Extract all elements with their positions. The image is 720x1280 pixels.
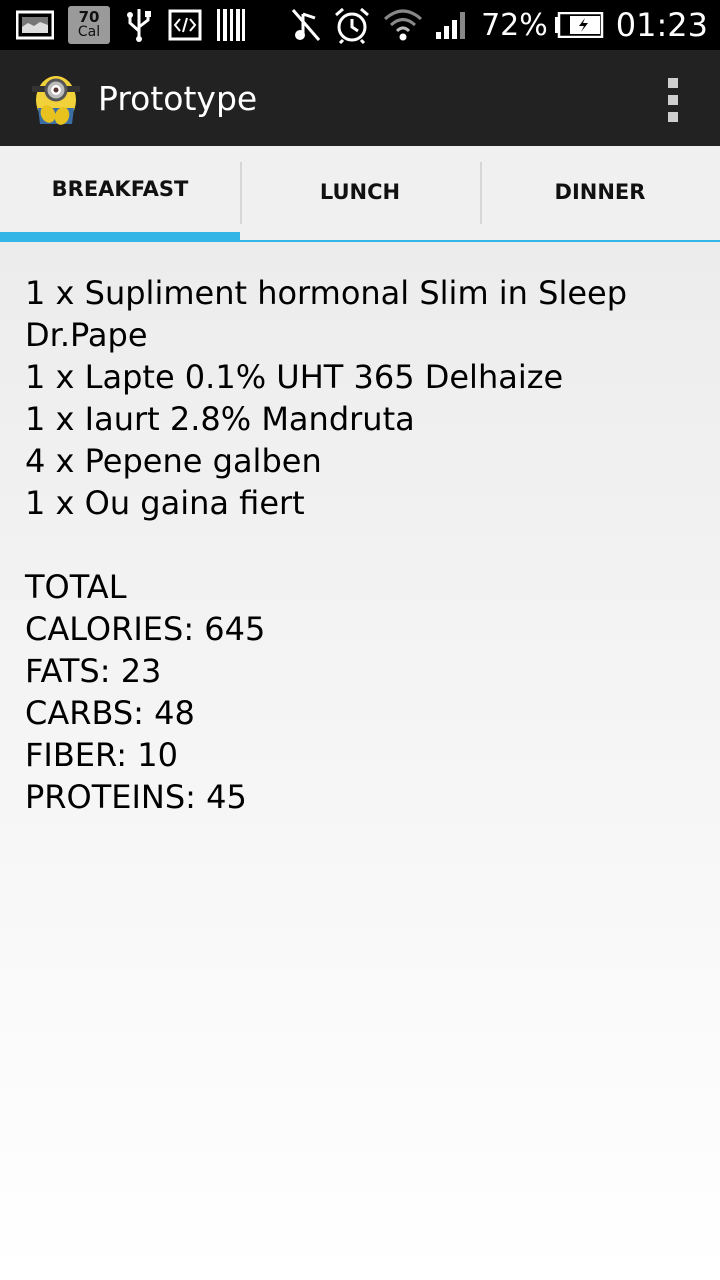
total-fats: FATS: 23	[25, 652, 162, 690]
usb-icon	[127, 9, 151, 42]
meal-item: 1 x Supliment hormonal Slim in Sleep	[25, 274, 628, 312]
tab-dinner[interactable]: DINNER	[480, 146, 720, 242]
clock: 01:23	[615, 6, 708, 44]
totals-heading: TOTAL	[25, 568, 127, 606]
tab-label: DINNER	[554, 180, 646, 204]
meal-item: 1 x Iaurt 2.8% Mandruta	[25, 400, 415, 438]
total-proteins: PROTEINS: 45	[25, 778, 247, 816]
calorie-badge-icon: 70 Cal	[68, 6, 110, 44]
calorie-badge-value: 70	[78, 8, 100, 26]
battery-charging-icon	[554, 12, 604, 38]
battery-percent: 72%	[481, 7, 548, 43]
calorie-badge-unit: Cal	[77, 24, 101, 40]
tab-label: BREAKFAST	[51, 177, 189, 201]
meal-item: 4 x Pepene galben	[25, 442, 322, 480]
tab-breakfast[interactable]: BREAKFAST	[0, 146, 240, 242]
music-muted-icon	[291, 9, 321, 41]
barcode-icon	[217, 9, 245, 41]
alarm-icon	[335, 7, 370, 44]
meal-tabs: BREAKFAST LUNCH DINNER	[0, 146, 720, 242]
total-calories: CALORIES: 645	[25, 610, 266, 648]
minion-logo-icon[interactable]	[26, 68, 86, 128]
overflow-menu-icon[interactable]	[666, 78, 680, 122]
action-bar: Prototype	[0, 50, 720, 146]
developer-icon	[168, 9, 202, 41]
meal-item: Dr.Pape	[25, 316, 148, 354]
tab-label: LUNCH	[319, 180, 401, 204]
wifi-icon	[384, 9, 423, 41]
meal-item: 1 x Ou gaina fiert	[25, 484, 305, 522]
meal-item: 1 x Lapte 0.1% UHT 365 Delhaize	[25, 358, 564, 396]
meal-content: 1 x Supliment hormonal Slim in Sleep Dr.…	[0, 242, 720, 1280]
status-bar: 70 Cal 72% 01:23	[0, 0, 720, 50]
tab-lunch[interactable]: LUNCH	[240, 146, 480, 242]
screenshot-icon	[16, 10, 54, 40]
total-carbs: CARBS: 48	[25, 694, 195, 732]
total-fiber: FIBER: 10	[25, 736, 178, 774]
signal-icon	[436, 12, 466, 39]
app-title: Prototype	[98, 78, 258, 118]
